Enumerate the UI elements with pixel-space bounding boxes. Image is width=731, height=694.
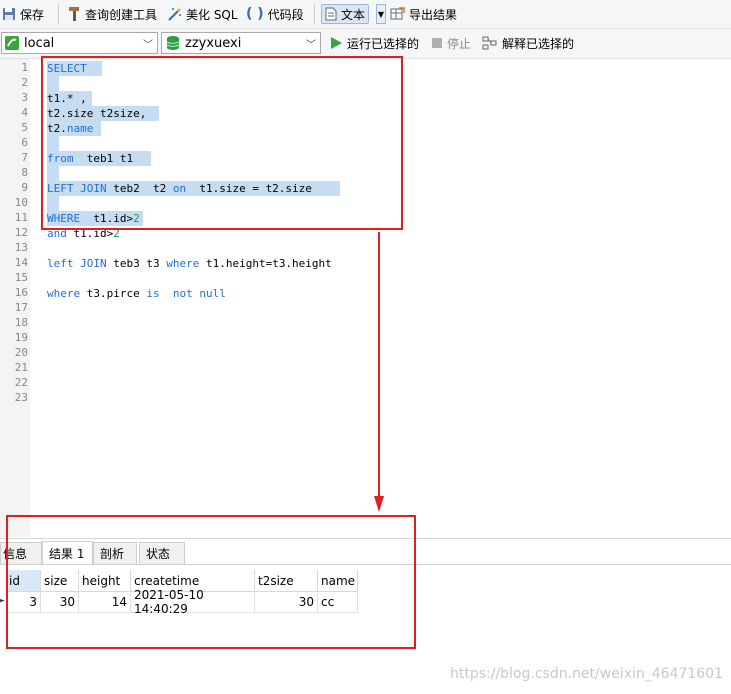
- toolbar-divider: [314, 4, 315, 24]
- export-results-label: 导出结果: [409, 7, 458, 22]
- line-number: 3: [21, 91, 28, 104]
- line-number: 11: [14, 211, 28, 224]
- run-selected-label: 运行已选择的: [347, 36, 420, 51]
- line-number: 10: [14, 196, 28, 209]
- code-text: t1.height=t3.height: [199, 257, 332, 270]
- keyword-token: is: [146, 287, 160, 300]
- code-snippet-label: 代码段: [267, 7, 304, 22]
- save-label: 保存: [20, 7, 45, 22]
- line-number: 13: [14, 241, 28, 254]
- keyword-token: left JOIN: [47, 257, 107, 270]
- line-number: 6: [21, 136, 28, 149]
- database-icon: [166, 36, 180, 50]
- connection-icon: [5, 36, 19, 50]
- line-number: 21: [14, 361, 28, 374]
- caret-down-icon: ▼: [377, 9, 385, 19]
- watermark: https://blog.csdn.net/weixin_46471601: [449, 666, 723, 682]
- line-number: 19: [14, 331, 28, 344]
- line-number: 7: [21, 151, 28, 164]
- stop-icon: [432, 38, 442, 48]
- stop-button[interactable]: 停止: [431, 33, 471, 53]
- annotation-arrow-down: [374, 232, 384, 512]
- export-grid-icon: [390, 7, 405, 20]
- line-number: 1: [21, 61, 28, 74]
- save-icon: [3, 8, 15, 20]
- parentheses-icon: ( ): [246, 6, 264, 22]
- explain-icon: [482, 36, 497, 50]
- annotation-box-results: [6, 515, 416, 649]
- code-line-14: left JOIN teb3 t3 where t1.height=t3.hei…: [47, 256, 332, 271]
- line-number: 8: [21, 166, 28, 179]
- toolbar-divider: [58, 4, 59, 24]
- database-select[interactable]: zzyxuexi ﹀: [161, 32, 321, 54]
- main-toolbar: 保存 查询创建工具 美化 SQL ( ) 代码段 文本 ▼ 导出结果: [0, 0, 731, 29]
- text-mode-label: 文本: [341, 7, 366, 22]
- line-number-gutter: 1 2 3 4 5 6 7 8 9 10 11 12 13 14 15 16 17 18 19 20 21 22 23: [0, 59, 30, 537]
- keyword-token: not null: [172, 287, 226, 300]
- line-number: 5: [21, 121, 28, 134]
- annotation-box-selection: [41, 56, 403, 230]
- explain-selected-button[interactable]: 解释已选择的: [482, 33, 574, 53]
- line-number: 20: [14, 346, 28, 359]
- stop-label: 停止: [447, 36, 472, 51]
- line-number: 14: [14, 256, 28, 269]
- line-number: 2: [21, 76, 28, 89]
- connection-select[interactable]: local ﹀: [1, 32, 158, 54]
- line-number: 23: [14, 391, 28, 404]
- document-icon: [325, 7, 337, 21]
- keyword-token: where: [47, 287, 81, 300]
- row-pointer-icon: ►: [0, 596, 5, 606]
- chevron-down-icon: ﹀: [306, 40, 316, 51]
- export-results-button[interactable]: 导出结果: [390, 4, 457, 24]
- query-toolbar: local ﹀ zzyxuexi ﹀ 运行已选择的 停止 解释已选择的: [0, 29, 731, 59]
- save-button[interactable]: 保存: [2, 4, 44, 24]
- line-number: 22: [14, 376, 28, 389]
- code-text: teb3 t3: [106, 257, 167, 270]
- line-number: 9: [21, 181, 28, 194]
- line-number: 12: [14, 226, 28, 239]
- text-mode-button[interactable]: 文本: [321, 4, 370, 24]
- line-number: 17: [14, 301, 28, 314]
- line-number: 4: [21, 106, 28, 119]
- line-number: 15: [14, 271, 28, 284]
- chevron-down-icon: ﹀: [143, 40, 153, 51]
- query-builder-button[interactable]: 查询创建工具: [67, 4, 157, 24]
- code-snippet-button[interactable]: ( ) 代码段: [246, 4, 304, 24]
- code-text: t3.pirce: [80, 287, 147, 300]
- hammer-icon: [69, 7, 79, 21]
- explain-selected-label: 解释已选择的: [502, 36, 575, 51]
- line-number: 18: [14, 316, 28, 329]
- beautify-sql-button[interactable]: 美化 SQL: [167, 4, 238, 24]
- connection-value: local: [24, 35, 55, 51]
- keyword-token: where: [166, 257, 200, 270]
- line-number: 16: [14, 286, 28, 299]
- text-mode-dropdown[interactable]: ▼: [376, 4, 386, 24]
- beautify-sql-label: 美化 SQL: [186, 7, 238, 22]
- magic-wand-icon: [168, 7, 181, 21]
- database-value: zzyxuexi: [185, 35, 242, 51]
- run-selected-button[interactable]: 运行已选择的: [330, 33, 419, 53]
- play-icon: [331, 37, 342, 49]
- query-builder-label: 查询创建工具: [85, 7, 158, 22]
- code-line-16: where t3.pirce is not null: [47, 286, 226, 301]
